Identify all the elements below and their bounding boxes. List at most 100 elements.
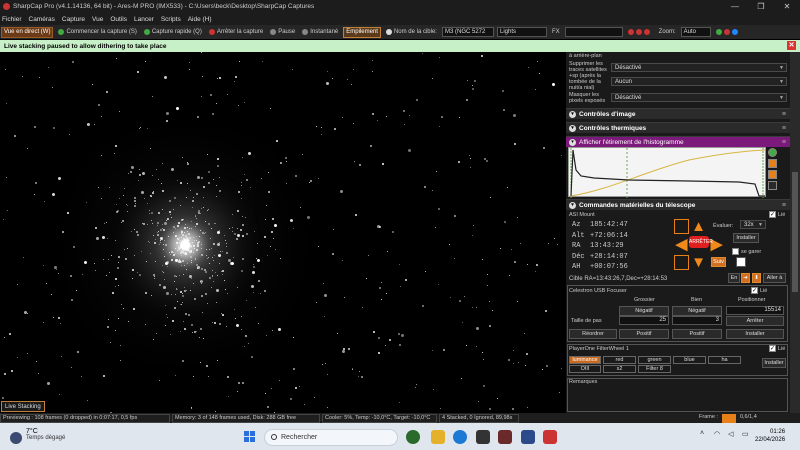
hamburger-icon[interactable]: ≡ — [782, 111, 786, 118]
reset-icon[interactable] — [768, 170, 777, 179]
tray-chevron-icon[interactable]: ˄ — [700, 430, 704, 437]
live-image-view[interactable] — [0, 52, 566, 413]
filter-green[interactable]: green — [638, 356, 671, 364]
menu-scripts[interactable]: Scripts — [161, 16, 181, 23]
filter-ha[interactable]: ha — [708, 356, 741, 364]
coarse-step-field[interactable]: 25 — [619, 316, 669, 325]
extra-tools[interactable] — [714, 27, 742, 38]
north-arrow-icon[interactable]: ▲ — [691, 219, 706, 234]
maximize-button[interactable]: ❐ — [748, 2, 774, 11]
weather-widget[interactable]: 7°C Temps dégagé — [26, 428, 65, 441]
menu-launch[interactable]: Lancer — [134, 16, 154, 23]
stacking-button[interactable]: Empilement — [343, 26, 381, 38]
notes-box[interactable] — [567, 378, 788, 412]
start-capture-button[interactable]: Commencer la capture (S) — [56, 27, 138, 38]
live-stacking-tab[interactable]: Live Stacking — [1, 401, 45, 412]
focuser-install-button[interactable]: Installer — [726, 329, 784, 339]
focuser-position-field[interactable]: 15514 — [726, 306, 784, 315]
mount-linked-checkbox[interactable]: ✓ — [769, 211, 776, 218]
filterwheel-linked-checkbox[interactable]: ✓ — [769, 345, 776, 352]
filter-blue[interactable]: blue — [673, 356, 706, 364]
file-explorer-icon[interactable] — [431, 430, 445, 444]
menu-capture[interactable]: Capture — [62, 16, 85, 23]
color-tools[interactable] — [626, 27, 654, 38]
telescope-header[interactable]: ▾ Commandes matérielles du télescope ≡ — [566, 199, 790, 210]
auto-stretch-icon[interactable] — [768, 148, 777, 157]
fine-step-field[interactable]: 3 — [672, 316, 722, 325]
panel-scrollbar[interactable] — [790, 52, 800, 413]
menu-tools[interactable]: Outils — [110, 16, 127, 23]
app-icon-1[interactable] — [406, 430, 420, 444]
close-button[interactable]: ✕ — [774, 2, 800, 11]
stop-capture-button[interactable]: Arrêter la capture — [207, 27, 265, 38]
quick-capture-button[interactable]: Capture rapide (Q) — [142, 27, 204, 38]
mask-select[interactable]: Désactivé ▼ — [611, 93, 787, 102]
wifi-icon[interactable]: ◠ — [714, 430, 720, 438]
frame-type-select[interactable]: Lights — [496, 27, 547, 37]
volume-icon[interactable]: ◁ — [728, 430, 733, 438]
edge-icon[interactable] — [453, 430, 467, 444]
app-icon-6[interactable] — [521, 430, 535, 444]
mount-install-button[interactable]: Installer — [733, 233, 759, 243]
zoom-select[interactable]: Auto — [680, 27, 711, 37]
filter-luminance[interactable]: luminance — [569, 356, 601, 364]
taskbar-search-input[interactable]: Rechercher — [264, 429, 398, 446]
save-icon[interactable] — [768, 181, 777, 190]
battery-icon[interactable]: ▭ — [742, 430, 749, 438]
focuser-coarse-negative-button[interactable]: Négatif — [619, 306, 669, 316]
histogram-header[interactable]: ▾ Afficher l'étirement de l'histogramme ≡ — [566, 136, 790, 147]
minimize-button[interactable]: — — [722, 2, 748, 11]
focuser-reorder-button[interactable]: Réordrer — [569, 329, 617, 339]
sharpcap-taskbar-icon[interactable] — [543, 430, 557, 444]
taskbar-clock[interactable]: 01:26 22/04/2026 — [755, 428, 785, 444]
focuser-linked-checkbox[interactable]: ✓ — [751, 287, 758, 294]
pause-button[interactable]: Pause — [268, 27, 297, 38]
filter-8[interactable]: Filter 8 — [638, 365, 671, 373]
menu-view[interactable]: Vue — [92, 16, 103, 23]
rate-select[interactable]: 32x ▼ — [740, 220, 766, 229]
filter-s2[interactable]: s2 — [603, 365, 636, 373]
store-icon[interactable] — [476, 430, 490, 444]
fx-select[interactable] — [564, 27, 623, 37]
target-center-button[interactable] — [674, 255, 689, 270]
hamburger-icon[interactable]: ≡ — [782, 202, 786, 209]
filter-red[interactable]: red — [603, 356, 636, 364]
windows-start-icon[interactable] — [244, 431, 255, 442]
boost-icon[interactable] — [768, 159, 777, 168]
spiral-search-button[interactable] — [674, 219, 689, 234]
scrollbar-thumb[interactable] — [792, 172, 798, 292]
star — [139, 274, 142, 277]
app-icon-5[interactable] — [498, 430, 512, 444]
focuser-fine-negative-button[interactable]: Négatif — [672, 306, 722, 316]
west-arrow-icon[interactable]: ◀ — [674, 237, 689, 252]
follow-button[interactable]: Suiv — [711, 257, 726, 267]
arrow-down-icon[interactable]: ⬇ — [752, 273, 761, 283]
menu-cameras[interactable]: Caméras — [29, 16, 55, 23]
close-notification-icon[interactable]: ✕ — [787, 41, 796, 50]
moon-cloud-icon[interactable] — [10, 432, 22, 444]
target-name-input[interactable]: M3 (NGC 5272 — [441, 27, 494, 37]
hamburger-icon[interactable]: ≡ — [782, 139, 786, 146]
south-arrow-icon[interactable]: ▼ — [691, 255, 706, 270]
live-view-button[interactable]: Vue en direct (W) — [1, 26, 54, 38]
snapshot-button[interactable]: Instantané — [300, 27, 340, 38]
focuser-coarse-positive-button[interactable]: Positif — [619, 329, 669, 339]
histogram-chart[interactable] — [568, 147, 766, 198]
park-checkbox[interactable] — [732, 248, 739, 255]
image-controls-header[interactable]: ▾ Contrôles d'image ≡ — [566, 108, 790, 119]
filter-oiii[interactable]: OIII — [569, 365, 601, 373]
menu-help[interactable]: Aide (H) — [188, 16, 212, 23]
filterwheel-install-button[interactable]: Installer — [762, 358, 786, 368]
focuser-fine-positive-button[interactable]: Positif — [672, 329, 722, 339]
satellite-select[interactable]: Désactivé ▼ — [611, 63, 787, 72]
stop-mount-button[interactable]: ARRÊTER — [689, 236, 713, 248]
arrow-right-icon[interactable]: ➔ — [741, 273, 750, 283]
hamburger-icon[interactable]: ≡ — [782, 125, 786, 132]
target-set-button[interactable]: En — [728, 273, 740, 283]
filter-select[interactable]: Aucun ▼ — [611, 77, 787, 86]
goto-button[interactable]: Aller à — [763, 273, 786, 283]
focuser-stop-button[interactable]: Arrêter — [726, 316, 784, 326]
thermal-controls-header[interactable]: ▾ Contrôles thermiques ≡ — [566, 122, 790, 133]
menu-file[interactable]: Fichier — [2, 16, 22, 23]
park-icon[interactable] — [736, 257, 746, 267]
